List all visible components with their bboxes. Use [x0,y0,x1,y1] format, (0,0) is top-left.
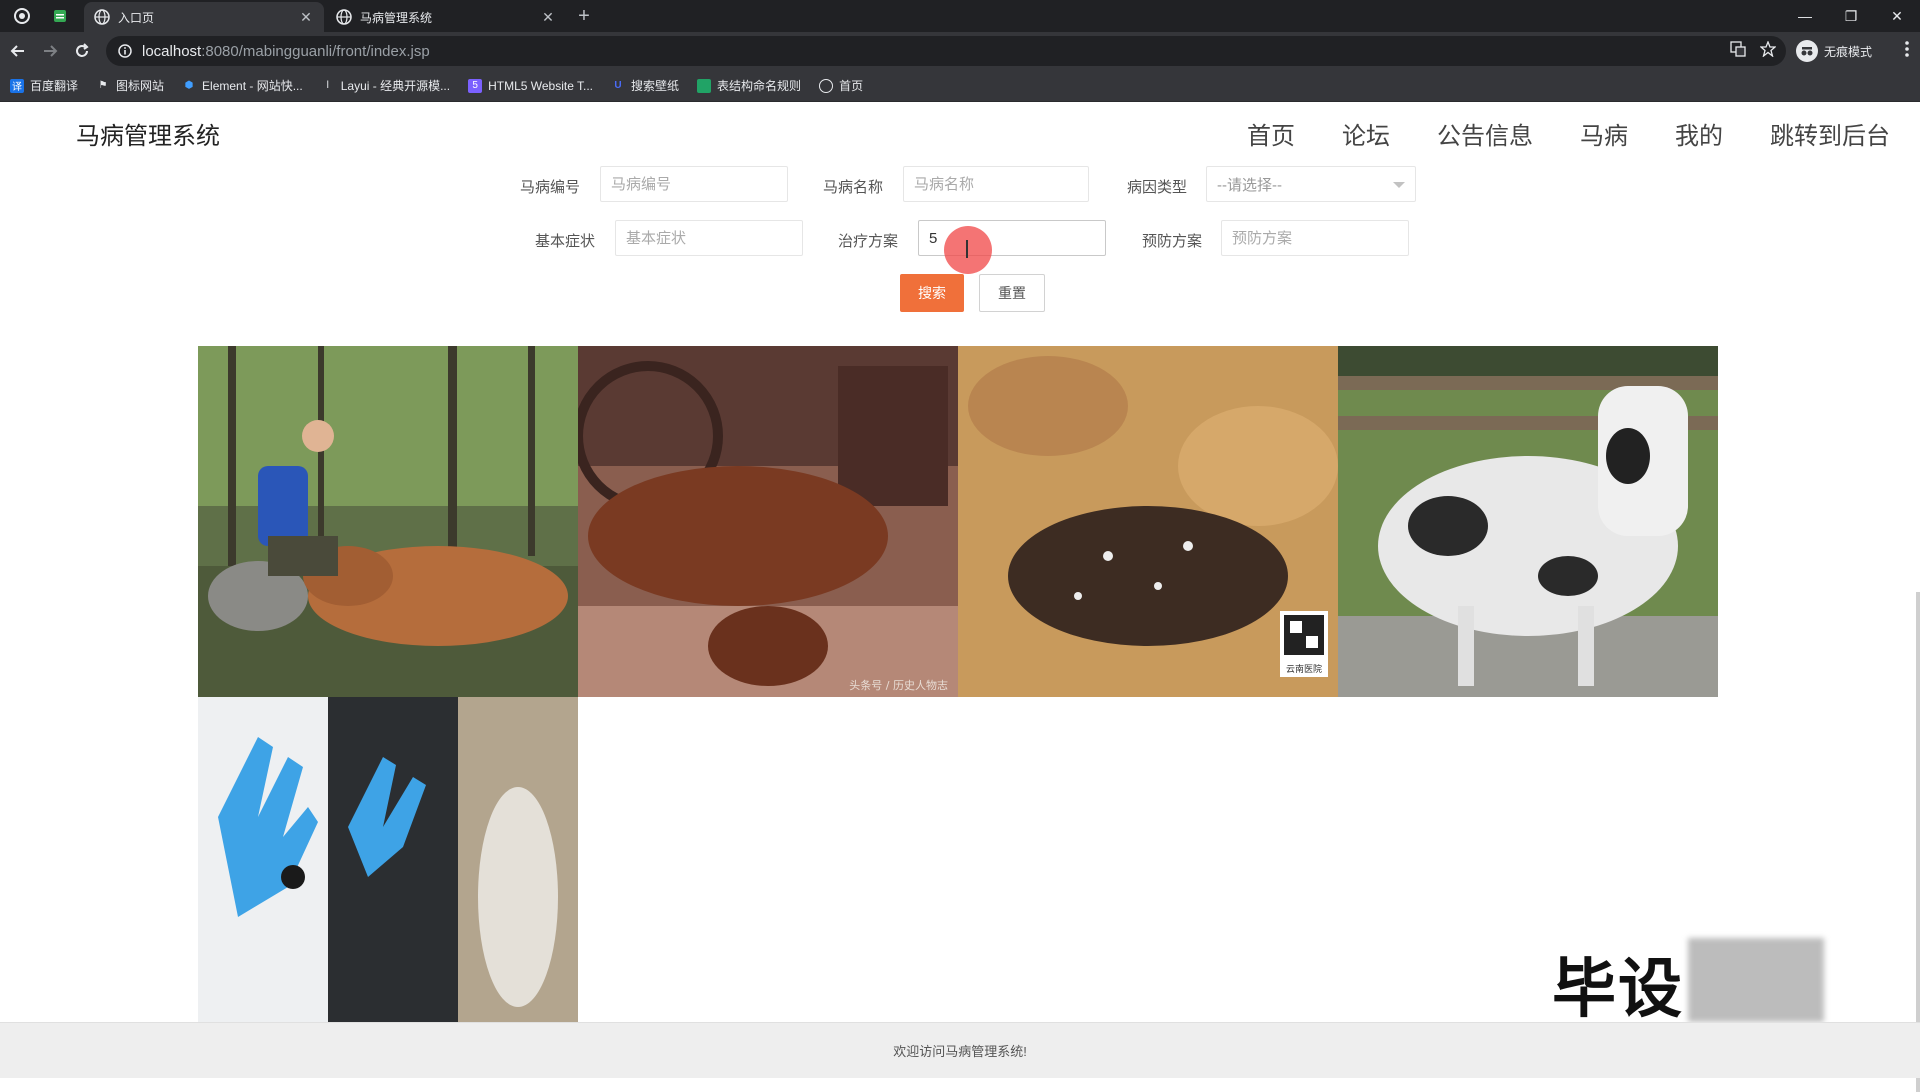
incognito-icon [1796,40,1818,62]
nav-announcements[interactable]: 公告信息 [1437,116,1533,151]
new-tab-plus-icon[interactable]: + [572,4,596,28]
footer-text: 欢迎访问马病管理系统! [893,1044,1027,1059]
site-info-icon[interactable] [118,44,132,58]
nav-admin[interactable]: 跳转到后台 [1770,116,1890,151]
name-input[interactable] [903,166,1089,202]
horse-photo-image [198,697,578,1023]
bookmark-table-naming[interactable]: 表结构命名规则 [697,77,801,94]
browser-tab-strip: 入口页 ✕ 马病管理系统 ✕ + — ❐ ✕ [0,0,1920,32]
prevention-label: 预防方案 [1142,233,1203,250]
gallery-card[interactable]: 云南医院 [958,346,1338,697]
html5-icon: 5 [468,78,483,93]
nav-mine[interactable]: 我的 [1675,116,1723,151]
tab-title: 马病管理系统 [360,10,433,25]
type-select[interactable]: --请选择-- [1206,166,1416,202]
url-path: :8080/mabingguanli/front/index.jsp [201,42,430,60]
code-input[interactable] [600,166,788,202]
globe-icon [336,9,352,25]
incognito-profile[interactable]: 无痕模式 [1796,38,1872,64]
tab-close-icon[interactable]: ✕ [298,9,314,26]
close-window-icon[interactable]: ✕ [1874,0,1920,32]
watermark-text: 毕设 [1552,953,1684,1027]
gallery-card[interactable] [198,346,578,697]
bookmark-html5[interactable]: 5 HTML5 Website T... [468,78,593,93]
symptom-input[interactable] [615,220,803,256]
horse-photo-image: 云南医院 [958,346,1338,697]
u-logo-icon: U [614,80,622,91]
window-controls: — ❐ ✕ [1782,0,1920,32]
bookmark-element[interactable]: ⬢ Element - 网站快... [182,77,303,94]
type-selected-value: --请选择-- [1217,176,1282,194]
layui-icon: l [326,80,329,91]
site-footer: 欢迎访问马病管理系统! [0,1022,1920,1078]
bookmark-baidu-translate[interactable]: 译百度翻译 [10,77,78,94]
browser-toolbar: localhost:8080/mabingguanli/front/index.… [0,32,1920,70]
kebab-menu-icon[interactable] [1904,40,1910,63]
sheet-icon [697,78,712,93]
globe-icon [819,78,834,93]
text-cursor-icon [966,240,972,258]
horse-photo-image: 头条号 / 历史人物志 [578,346,958,697]
photo-caption: 头条号 / 历史人物志 [849,678,948,692]
bookmark-icon-site[interactable]: ⚑ 图标网站 [96,77,165,94]
reload-icon[interactable] [70,39,94,63]
browser-menu-icon[interactable] [12,6,32,26]
flag-icon: ⚑ [98,80,108,91]
gallery-card[interactable] [198,697,578,1023]
minimize-icon[interactable]: — [1782,0,1828,32]
type-label: 病因类型 [1127,179,1188,196]
search-button[interactable]: 搜索 [900,274,964,312]
bookmark-layui[interactable]: l Layui - 经典开源模... [321,77,450,94]
pinned-tab-sheet-icon[interactable] [50,6,70,26]
site-brand: 马病管理系统 [76,123,220,150]
url-host: localhost [142,42,202,60]
treatment-label: 治疗方案 [838,233,899,250]
bookmark-star-icon[interactable] [1759,40,1777,61]
tab-horse-disease-system[interactable]: 马病管理系统 ✕ [326,2,566,32]
tab-entry-page[interactable]: 入口页 ✕ [84,2,324,32]
forward-arrow-icon[interactable] [38,39,62,63]
restore-icon[interactable]: ❐ [1828,0,1874,32]
hexagon-icon: ⬢ [184,80,194,91]
tab-title: 入口页 [118,10,155,25]
horse-photo-image [198,346,578,697]
chevron-down-icon [1393,182,1405,188]
profile-label: 无痕模式 [1824,44,1873,59]
back-arrow-icon[interactable] [6,39,30,63]
main-nav: 首页 论坛 公告信息 马病 我的 跳转到后台 [1200,116,1890,151]
page-scrollbar[interactable] [1916,592,1920,1092]
reset-button[interactable]: 重置 [979,274,1045,312]
gallery-card[interactable]: 头条号 / 历史人物志 [578,346,958,697]
gallery-card[interactable] [1338,346,1718,697]
page-body: 马病管理系统 首页 论坛 公告信息 马病 我的 跳转到后台 马病编号 马病名称 … [0,102,1920,1092]
bookmark-home[interactable]: 首页 [819,77,863,94]
tab-close-icon[interactable]: ✕ [540,9,556,26]
symptom-label: 基本症状 [535,233,596,250]
bookmark-wallpaper[interactable]: U 搜索壁纸 [611,77,679,94]
nav-horse-disease[interactable]: 马病 [1580,116,1628,151]
name-label: 马病名称 [823,179,884,196]
nav-forum[interactable]: 论坛 [1342,116,1390,151]
qr-caption: 云南医院 [1286,663,1322,675]
code-label: 马病编号 [520,179,581,196]
address-bar[interactable]: localhost:8080/mabingguanli/front/index.… [106,36,1786,66]
translate-icon[interactable] [1730,41,1746,61]
prevention-input[interactable] [1221,220,1409,256]
translate-icon: 译 [10,78,24,93]
bookmarks-bar: 译百度翻译 ⚑ 图标网站 ⬢ Element - 网站快... l Layui - 经… [0,70,1920,102]
nav-home[interactable]: 首页 [1247,116,1295,151]
blurred-overlay [1688,938,1824,1022]
horse-photo-image [1338,346,1718,697]
site-header: 马病管理系统 首页 论坛 公告信息 马病 我的 跳转到后台 [0,102,1920,162]
globe-icon [94,9,110,25]
